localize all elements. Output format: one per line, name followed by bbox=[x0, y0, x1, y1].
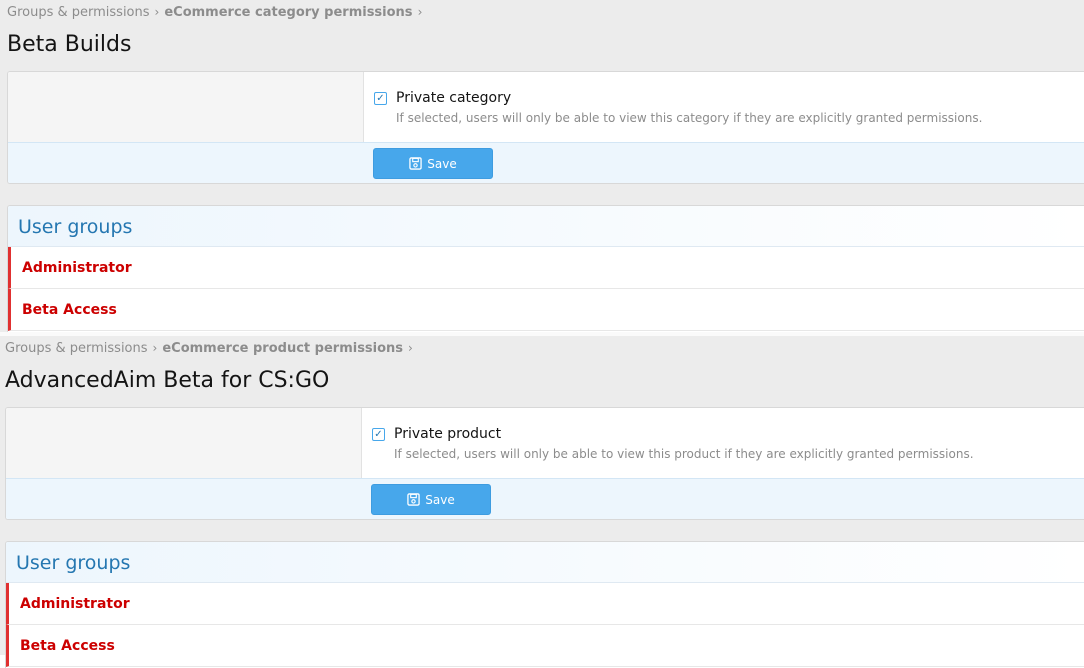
form-label-column bbox=[8, 72, 364, 142]
group-row-administrator[interactable]: Administrator bbox=[6, 583, 1084, 625]
page-title: Beta Builds bbox=[7, 32, 132, 57]
save-button-label: Save bbox=[427, 156, 457, 171]
group-label[interactable]: Beta Access bbox=[22, 302, 117, 318]
chevron-right-icon: › bbox=[417, 5, 423, 19]
private-product-hint: If selected, users will only be able to … bbox=[394, 447, 974, 461]
user-groups-header: User groups bbox=[6, 542, 1084, 583]
save-icon bbox=[407, 493, 420, 506]
options-form: ✓ Private category If selected, users wi… bbox=[7, 71, 1084, 184]
user-groups-title: User groups bbox=[16, 552, 131, 574]
group-row-beta-access[interactable]: Beta Access bbox=[8, 289, 1084, 331]
chevron-right-icon: › bbox=[154, 5, 160, 19]
private-category-label[interactable]: Private category bbox=[396, 90, 511, 106]
save-icon bbox=[409, 157, 422, 170]
private-product-checkbox[interactable]: ✓ bbox=[372, 428, 385, 441]
chevron-right-icon: › bbox=[408, 341, 413, 355]
breadcrumb: Groups & permissions › eCommerce product p… bbox=[5, 341, 418, 356]
breadcrumb-item-groups-permissions[interactable]: Groups & permissions bbox=[5, 341, 148, 356]
user-groups-title: User groups bbox=[18, 216, 133, 238]
group-row-administrator[interactable]: Administrator bbox=[8, 247, 1084, 289]
options-form: ✓ Private product If selected, users wil… bbox=[5, 407, 1084, 520]
form-input-column: ✓ Private product If selected, users wil… bbox=[362, 408, 1084, 478]
user-groups-block: User groups Administrator Beta Access bbox=[7, 205, 1084, 332]
group-label[interactable]: Administrator bbox=[20, 596, 130, 612]
form-label-column bbox=[6, 408, 362, 478]
submit-row: Save bbox=[6, 478, 1084, 519]
chevron-right-icon: › bbox=[152, 341, 158, 355]
private-category-checkbox[interactable]: ✓ bbox=[374, 92, 387, 105]
breadcrumb-item-groups-permissions[interactable]: Groups & permissions bbox=[7, 5, 150, 20]
group-label[interactable]: Administrator bbox=[22, 260, 132, 276]
breadcrumb: Groups & permissions › eCommerce category … bbox=[7, 5, 427, 20]
submit-row: Save bbox=[8, 142, 1084, 183]
category-permissions-section: Groups & permissions › eCommerce category … bbox=[0, 0, 1084, 332]
save-button[interactable]: Save bbox=[373, 148, 493, 179]
check-icon: ✓ bbox=[376, 93, 385, 104]
breadcrumb-item-product-permissions[interactable]: eCommerce product permissions bbox=[162, 341, 403, 356]
check-icon: ✓ bbox=[374, 429, 383, 440]
form-input-column: ✓ Private category If selected, users wi… bbox=[364, 72, 1084, 142]
breadcrumb-item-category-permissions[interactable]: eCommerce category permissions bbox=[164, 5, 412, 20]
save-button[interactable]: Save bbox=[371, 484, 491, 515]
group-label[interactable]: Beta Access bbox=[20, 638, 115, 654]
private-product-label[interactable]: Private product bbox=[394, 426, 501, 442]
page-title: AdvancedAim Beta for CS:GO bbox=[5, 368, 330, 393]
product-permissions-section: Groups & permissions › eCommerce product p… bbox=[0, 336, 1084, 668]
save-button-label: Save bbox=[425, 492, 455, 507]
user-groups-block: User groups Administrator Beta Access bbox=[5, 541, 1084, 668]
user-groups-header: User groups bbox=[8, 206, 1084, 247]
group-row-beta-access[interactable]: Beta Access bbox=[6, 625, 1084, 667]
private-category-hint: If selected, users will only be able to … bbox=[396, 111, 983, 125]
